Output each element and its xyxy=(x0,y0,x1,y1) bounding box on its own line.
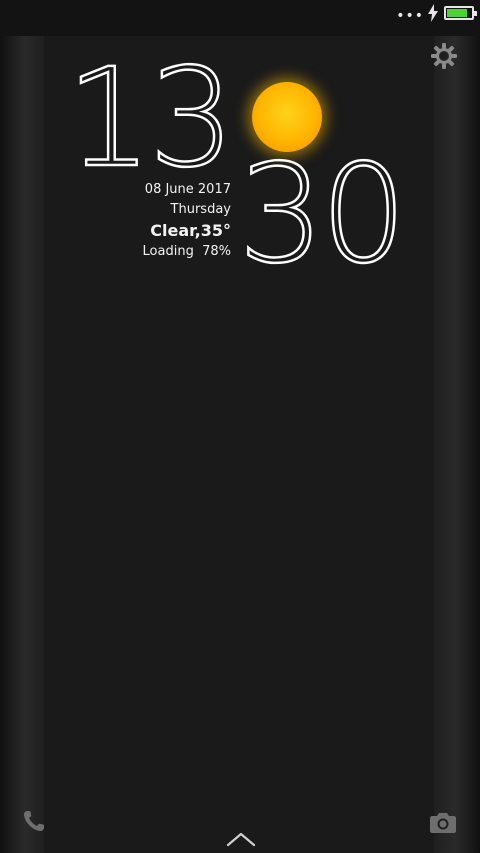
status-bar: ••• xyxy=(0,0,480,36)
weather-text: Clear,35° xyxy=(150,221,231,240)
date-weather-info: 08 June 2017 Thursday Clear,35° Loading … xyxy=(143,180,231,262)
clock-minute: 30 xyxy=(237,136,409,294)
chevron-up-icon[interactable] xyxy=(226,831,256,847)
weekday-text: Thursday xyxy=(170,202,231,217)
overflow-dots: ••• xyxy=(396,8,424,24)
charging-bolt-icon xyxy=(428,4,438,22)
battery-icon xyxy=(444,6,477,20)
camera-icon[interactable] xyxy=(430,811,456,833)
right-edge-shade xyxy=(434,0,480,853)
gear-icon[interactable] xyxy=(430,42,458,70)
lock-screen: ••• 13 30 08 June 2017 Thursday Clear,35… xyxy=(0,0,480,853)
battery-level-fill xyxy=(447,9,467,17)
date-text: 08 June 2017 xyxy=(144,182,231,197)
left-edge-shade xyxy=(0,0,44,853)
clock-hour: 13 xyxy=(65,40,237,198)
phone-icon[interactable] xyxy=(22,809,46,833)
loading-text: Loading 78% xyxy=(142,244,231,259)
